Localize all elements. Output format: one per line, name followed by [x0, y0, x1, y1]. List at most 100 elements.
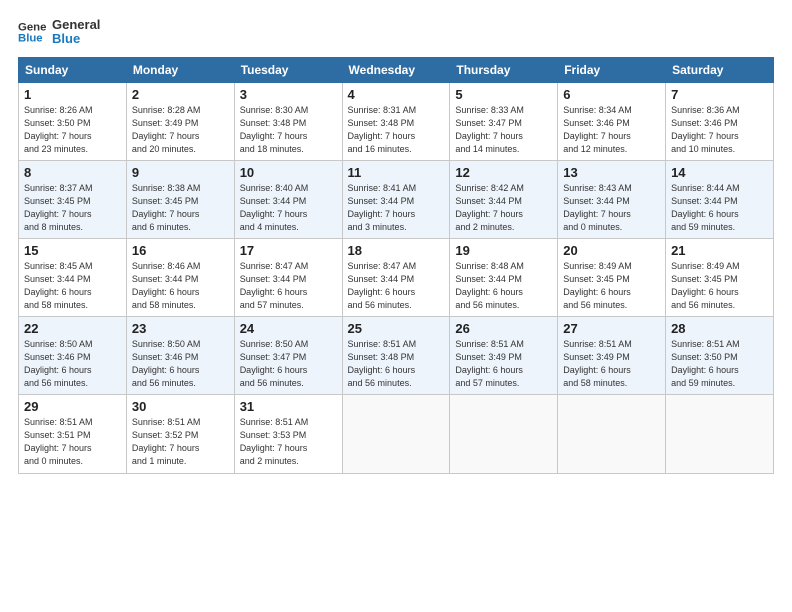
- col-sunday: Sunday: [19, 57, 127, 82]
- day-number: 2: [132, 87, 229, 102]
- day-info: Sunrise: 8:49 AM Sunset: 3:45 PM Dayligh…: [671, 260, 768, 312]
- calendar-cell: 27 Sunrise: 8:51 AM Sunset: 3:49 PM Dayli…: [558, 317, 666, 395]
- logo-icon: General Blue: [18, 18, 46, 46]
- calendar-cell: 6 Sunrise: 8:34 AM Sunset: 3:46 PM Daylig…: [558, 82, 666, 160]
- day-number: 19: [455, 243, 552, 258]
- day-number: 27: [563, 321, 660, 336]
- calendar-cell: 22Sunrise: 8:50 AM Sunset: 3:46 PM Dayli…: [19, 317, 127, 395]
- day-number: 1: [24, 87, 121, 102]
- day-number: 15: [24, 243, 121, 258]
- calendar-cell: 12 Sunrise: 8:42 AM Sunset: 3:44 PM Dayli…: [450, 160, 558, 238]
- calendar-cell: 7 Sunrise: 8:36 AM Sunset: 3:46 PM Daylig…: [666, 82, 774, 160]
- calendar-cell: 17 Sunrise: 8:47 AM Sunset: 3:44 PM Dayli…: [234, 238, 342, 316]
- day-info: Sunrise: 8:49 AM Sunset: 3:45 PM Dayligh…: [563, 260, 660, 312]
- day-info: Sunrise: 8:42 AM Sunset: 3:44 PM Dayligh…: [455, 182, 552, 234]
- day-info: Sunrise: 8:47 AM Sunset: 3:44 PM Dayligh…: [240, 260, 337, 312]
- day-info: Sunrise: 8:51 AM Sunset: 3:53 PM Dayligh…: [240, 416, 337, 468]
- calendar-cell: 24 Sunrise: 8:50 AM Sunset: 3:47 PM Dayli…: [234, 317, 342, 395]
- col-tuesday: Tuesday: [234, 57, 342, 82]
- calendar-cell: 16 Sunrise: 8:46 AM Sunset: 3:44 PM Dayli…: [126, 238, 234, 316]
- calendar-cell: [666, 395, 774, 473]
- day-number: 20: [563, 243, 660, 258]
- day-info: Sunrise: 8:40 AM Sunset: 3:44 PM Dayligh…: [240, 182, 337, 234]
- col-friday: Friday: [558, 57, 666, 82]
- day-number: 14: [671, 165, 768, 180]
- day-info: Sunrise: 8:33 AM Sunset: 3:47 PM Dayligh…: [455, 104, 552, 156]
- calendar-cell: 4Sunrise: 8:31 AM Sunset: 3:48 PM Daylig…: [342, 82, 450, 160]
- calendar-cell: 28Sunrise: 8:51 AM Sunset: 3:50 PM Dayli…: [666, 317, 774, 395]
- calendar-cell: 20 Sunrise: 8:49 AM Sunset: 3:45 PM Dayli…: [558, 238, 666, 316]
- day-info: Sunrise: 8:45 AM Sunset: 3:44 PM Dayligh…: [24, 260, 121, 312]
- calendar-header-row: Sunday Monday Tuesday Wednesday Thursday…: [19, 57, 774, 82]
- day-number: 21: [671, 243, 768, 258]
- day-number: 12: [455, 165, 552, 180]
- calendar-cell: 11 Sunrise: 8:41 AM Sunset: 3:44 PM Dayli…: [342, 160, 450, 238]
- day-number: 29: [24, 399, 121, 414]
- day-info: Sunrise: 8:46 AM Sunset: 3:44 PM Dayligh…: [132, 260, 229, 312]
- day-info: Sunrise: 8:41 AM Sunset: 3:44 PM Dayligh…: [348, 182, 445, 234]
- day-number: 25: [348, 321, 445, 336]
- day-number: 3: [240, 87, 337, 102]
- day-info: Sunrise: 8:43 AM Sunset: 3:44 PM Dayligh…: [563, 182, 660, 234]
- calendar-cell: [450, 395, 558, 473]
- page: General Blue GeneralBlue Sunday Monday T…: [0, 0, 792, 612]
- day-number: 18: [348, 243, 445, 258]
- day-info: Sunrise: 8:37 AM Sunset: 3:45 PM Dayligh…: [24, 182, 121, 234]
- day-number: 13: [563, 165, 660, 180]
- calendar-cell: 14Sunrise: 8:44 AM Sunset: 3:44 PM Dayli…: [666, 160, 774, 238]
- day-info: Sunrise: 8:51 AM Sunset: 3:49 PM Dayligh…: [455, 338, 552, 390]
- day-info: Sunrise: 8:51 AM Sunset: 3:51 PM Dayligh…: [24, 416, 121, 468]
- day-info: Sunrise: 8:48 AM Sunset: 3:44 PM Dayligh…: [455, 260, 552, 312]
- day-info: Sunrise: 8:51 AM Sunset: 3:49 PM Dayligh…: [563, 338, 660, 390]
- day-number: 7: [671, 87, 768, 102]
- calendar-week-row: 15 Sunrise: 8:45 AM Sunset: 3:44 PM Dayli…: [19, 238, 774, 316]
- day-info: Sunrise: 8:30 AM Sunset: 3:48 PM Dayligh…: [240, 104, 337, 156]
- day-info: Sunrise: 8:50 AM Sunset: 3:46 PM Dayligh…: [24, 338, 121, 390]
- svg-text:General: General: [18, 22, 46, 34]
- day-info: Sunrise: 8:51 AM Sunset: 3:50 PM Dayligh…: [671, 338, 768, 390]
- calendar-cell: 21 Sunrise: 8:49 AM Sunset: 3:45 PM Dayli…: [666, 238, 774, 316]
- col-saturday: Saturday: [666, 57, 774, 82]
- calendar-cell: 5Sunrise: 8:33 AM Sunset: 3:47 PM Daylig…: [450, 82, 558, 160]
- day-info: Sunrise: 8:34 AM Sunset: 3:46 PM Dayligh…: [563, 104, 660, 156]
- day-number: 23: [132, 321, 229, 336]
- day-number: 30: [132, 399, 229, 414]
- calendar-cell: 10 Sunrise: 8:40 AM Sunset: 3:44 PM Dayli…: [234, 160, 342, 238]
- day-info: Sunrise: 8:47 AM Sunset: 3:44 PM Dayligh…: [348, 260, 445, 312]
- calendar-cell: 30 Sunrise: 8:51 AM Sunset: 3:52 PM Dayli…: [126, 395, 234, 473]
- col-monday: Monday: [126, 57, 234, 82]
- col-thursday: Thursday: [450, 57, 558, 82]
- day-info: Sunrise: 8:50 AM Sunset: 3:46 PM Dayligh…: [132, 338, 229, 390]
- day-info: Sunrise: 8:28 AM Sunset: 3:49 PM Dayligh…: [132, 104, 229, 156]
- logo: General Blue GeneralBlue: [18, 18, 100, 47]
- day-info: Sunrise: 8:31 AM Sunset: 3:48 PM Dayligh…: [348, 104, 445, 156]
- svg-text:Blue: Blue: [18, 33, 43, 45]
- day-number: 8: [24, 165, 121, 180]
- day-info: Sunrise: 8:50 AM Sunset: 3:47 PM Dayligh…: [240, 338, 337, 390]
- day-number: 26: [455, 321, 552, 336]
- calendar-cell: 26 Sunrise: 8:51 AM Sunset: 3:49 PM Dayli…: [450, 317, 558, 395]
- calendar-cell: 18 Sunrise: 8:47 AM Sunset: 3:44 PM Dayli…: [342, 238, 450, 316]
- day-number: 6: [563, 87, 660, 102]
- calendar-cell: [342, 395, 450, 473]
- calendar-table: Sunday Monday Tuesday Wednesday Thursday…: [18, 57, 774, 474]
- day-number: 11: [348, 165, 445, 180]
- calendar-cell: 25 Sunrise: 8:51 AM Sunset: 3:48 PM Dayli…: [342, 317, 450, 395]
- day-info: Sunrise: 8:26 AM Sunset: 3:50 PM Dayligh…: [24, 104, 121, 156]
- day-info: Sunrise: 8:36 AM Sunset: 3:46 PM Dayligh…: [671, 104, 768, 156]
- day-number: 16: [132, 243, 229, 258]
- day-number: 10: [240, 165, 337, 180]
- day-number: 17: [240, 243, 337, 258]
- logo-text: GeneralBlue: [52, 18, 100, 47]
- col-wednesday: Wednesday: [342, 57, 450, 82]
- calendar-week-row: 29 Sunrise: 8:51 AM Sunset: 3:51 PM Dayli…: [19, 395, 774, 473]
- day-number: 24: [240, 321, 337, 336]
- calendar-cell: 19 Sunrise: 8:48 AM Sunset: 3:44 PM Dayli…: [450, 238, 558, 316]
- header: General Blue GeneralBlue: [18, 18, 774, 47]
- day-info: Sunrise: 8:38 AM Sunset: 3:45 PM Dayligh…: [132, 182, 229, 234]
- calendar-cell: 15 Sunrise: 8:45 AM Sunset: 3:44 PM Dayli…: [19, 238, 127, 316]
- day-info: Sunrise: 8:51 AM Sunset: 3:52 PM Dayligh…: [132, 416, 229, 468]
- calendar-cell: 29 Sunrise: 8:51 AM Sunset: 3:51 PM Dayli…: [19, 395, 127, 473]
- day-info: Sunrise: 8:51 AM Sunset: 3:48 PM Dayligh…: [348, 338, 445, 390]
- calendar-cell: 8 Sunrise: 8:37 AM Sunset: 3:45 PM Daylig…: [19, 160, 127, 238]
